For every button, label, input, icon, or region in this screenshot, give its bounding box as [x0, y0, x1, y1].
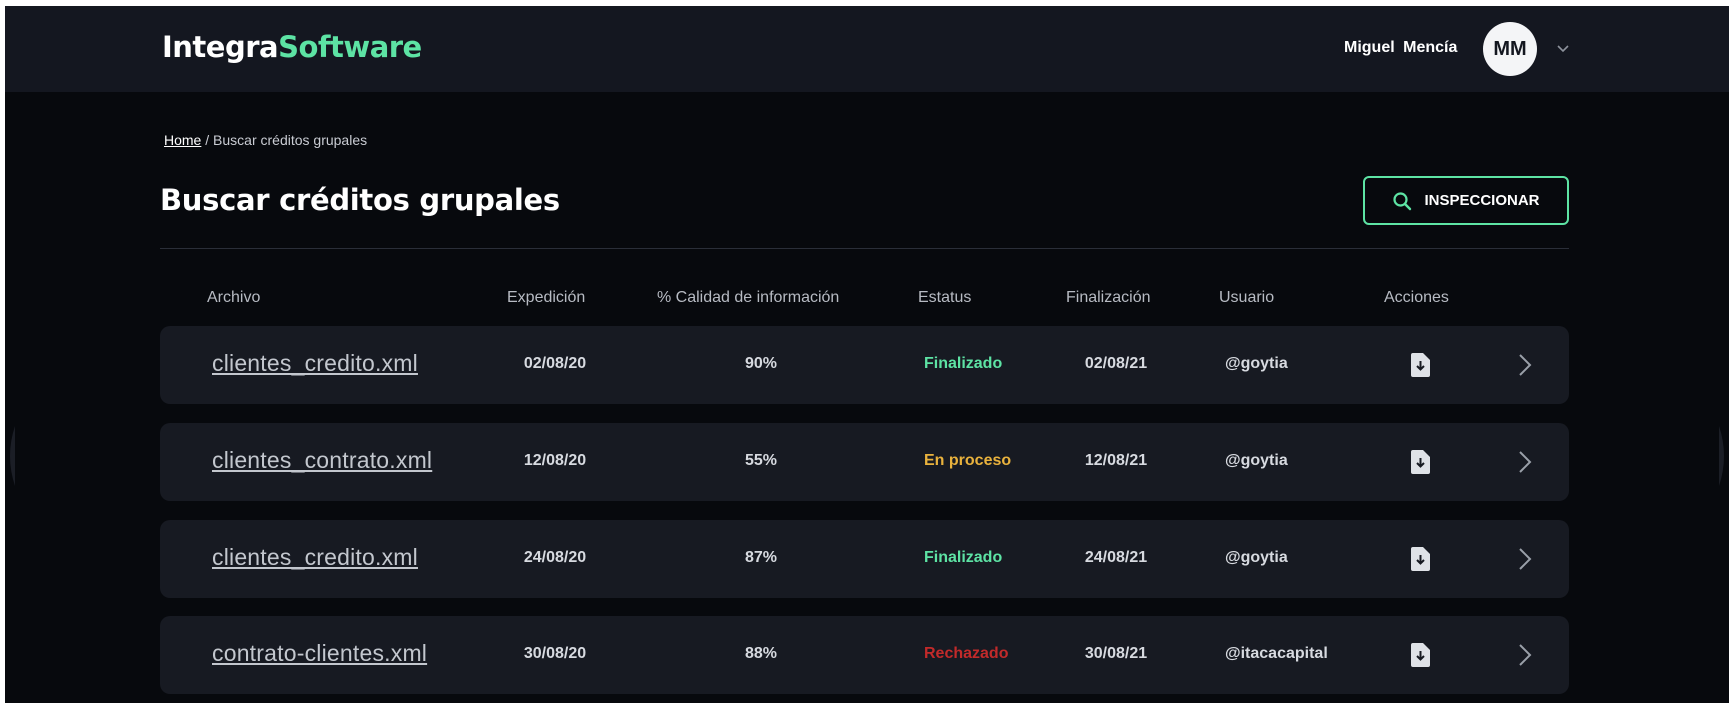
- table-row[interactable]: clientes_contrato.xml 12/08/20 55% En pr…: [160, 423, 1569, 501]
- chevron-right-icon[interactable]: [1518, 643, 1532, 667]
- user-handle: @goytia: [1225, 549, 1288, 566]
- expedicion-date: 24/08/20: [523, 549, 587, 566]
- table-row[interactable]: contrato-clientes.xml 30/08/20 88% Recha…: [160, 616, 1569, 694]
- table-row[interactable]: clientes_credito.xml 24/08/20 87% Finali…: [160, 520, 1569, 598]
- file-link[interactable]: clientes_credito.xml: [212, 350, 418, 377]
- table-row[interactable]: clientes_credito.xml 02/08/20 90% Finali…: [160, 326, 1569, 404]
- file-download-icon[interactable]: [1411, 450, 1430, 474]
- header-divider: [160, 248, 1569, 249]
- page-title: Buscar créditos grupales: [160, 183, 560, 217]
- carousel-right-edge-icon: [1719, 426, 1724, 486]
- breadcrumb: Home / Buscar créditos grupales: [164, 132, 367, 148]
- quality-percent: 90%: [744, 355, 778, 372]
- user-handle: @itacacapital: [1225, 645, 1328, 662]
- top-navigation-bar: IntegraSoftware Miguel Mencía MM: [5, 6, 1729, 92]
- file-download-icon[interactable]: [1411, 643, 1430, 667]
- column-header-archivo: Archivo: [207, 289, 261, 306]
- column-header-acciones: Acciones: [1384, 289, 1449, 306]
- quality-percent: 88%: [744, 645, 778, 662]
- file-download-icon[interactable]: [1411, 547, 1430, 571]
- quality-percent: 55%: [744, 452, 778, 469]
- column-header-expedicion: Expedición: [507, 289, 586, 306]
- file-download-icon[interactable]: [1411, 353, 1430, 377]
- logo[interactable]: IntegraSoftware: [162, 30, 422, 64]
- finalizacion-date: 30/08/21: [1084, 645, 1148, 662]
- finalizacion-date: 02/08/21: [1084, 355, 1148, 372]
- avatar[interactable]: MM: [1483, 22, 1537, 76]
- finalizacion-date: 12/08/21: [1084, 452, 1148, 469]
- search-icon: [1393, 191, 1412, 210]
- inspect-button[interactable]: INSPECCIONAR: [1363, 176, 1569, 225]
- carousel-left-edge-icon: [10, 426, 15, 486]
- status-badge: Finalizado: [924, 355, 1003, 372]
- finalizacion-date: 24/08/21: [1084, 549, 1148, 566]
- breadcrumb-separator: /: [201, 132, 214, 148]
- user-name: Miguel Mencía: [1344, 39, 1458, 56]
- expedicion-date: 12/08/20: [523, 452, 587, 469]
- column-header-estatus: Estatus: [918, 289, 972, 306]
- quality-percent: 87%: [744, 549, 778, 566]
- chevron-right-icon[interactable]: [1518, 547, 1532, 571]
- user-handle: @goytia: [1225, 452, 1288, 469]
- column-header-usuario: Usuario: [1219, 289, 1275, 306]
- expedicion-date: 02/08/20: [523, 355, 587, 372]
- file-link[interactable]: clientes_credito.xml: [212, 544, 418, 571]
- breadcrumb-home-link[interactable]: Home: [164, 132, 201, 148]
- chevron-right-icon[interactable]: [1518, 353, 1532, 377]
- inspect-button-label: INSPECCIONAR: [1424, 192, 1540, 209]
- chevron-right-icon[interactable]: [1518, 450, 1532, 474]
- column-header-finalizacion: Finalización: [1066, 289, 1151, 306]
- chevron-down-icon[interactable]: [1555, 40, 1571, 56]
- status-badge: Finalizado: [924, 549, 1003, 566]
- column-header-calidad: % Calidad de información: [657, 289, 840, 306]
- status-badge: En proceso: [924, 452, 1012, 469]
- logo-text-integra: Integra: [162, 30, 279, 64]
- breadcrumb-current: Buscar créditos grupales: [213, 132, 368, 148]
- user-handle: @goytia: [1225, 355, 1288, 372]
- app-window: IntegraSoftware Miguel Mencía MM Home / …: [5, 6, 1729, 703]
- file-link[interactable]: clientes_contrato.xml: [212, 447, 432, 474]
- status-badge: Rechazado: [924, 645, 1009, 662]
- file-link[interactable]: contrato-clientes.xml: [212, 640, 427, 667]
- logo-text-software: Software: [278, 30, 422, 64]
- expedicion-date: 30/08/20: [523, 645, 587, 662]
